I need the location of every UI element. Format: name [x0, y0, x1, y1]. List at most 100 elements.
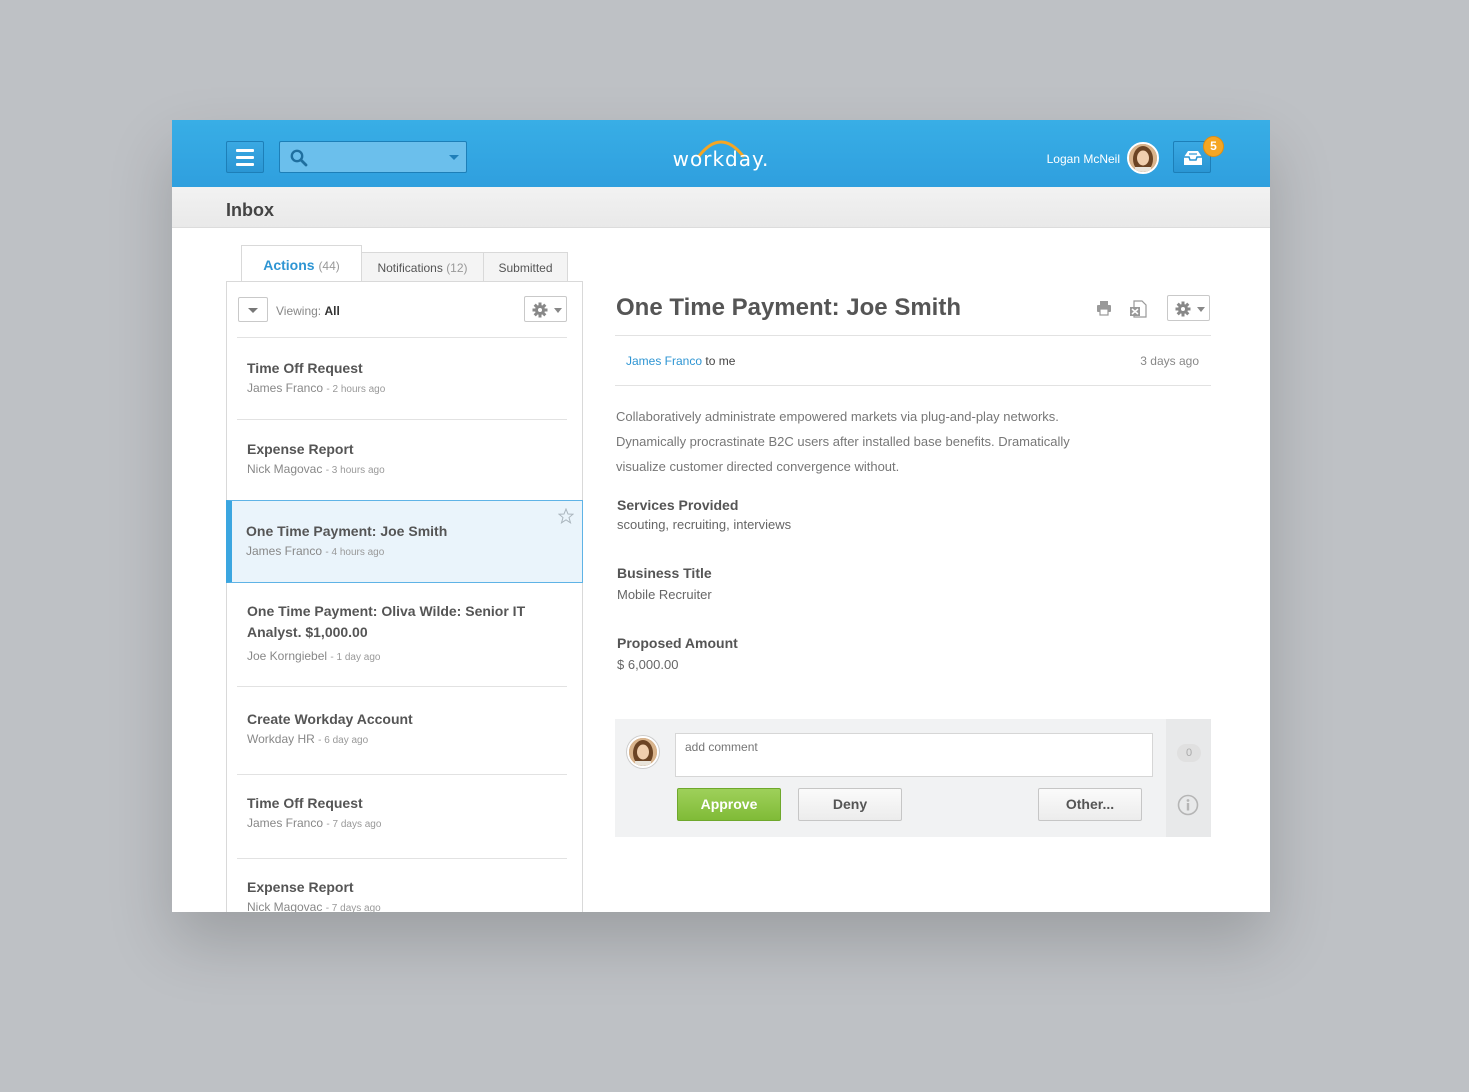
- message-body: Collaboratively administrate empowered m…: [616, 404, 1096, 479]
- list-item[interactable]: Expense Report Nick Magovac - 7 days ago: [227, 859, 582, 912]
- star-icon[interactable]: [558, 508, 574, 524]
- divider: [615, 385, 1211, 386]
- item-author: Joe Korngiebel: [247, 649, 328, 663]
- tab-label: Notifications: [377, 261, 443, 275]
- item-meta: James Franco - 7 days ago: [247, 816, 381, 830]
- tab-label: Submitted: [498, 261, 553, 275]
- page-title-bar: Inbox: [172, 187, 1270, 228]
- item-meta: James Franco - 2 hours ago: [247, 381, 385, 395]
- chevron-down-icon: [248, 308, 258, 313]
- detail-title: One Time Payment: Joe Smith: [616, 294, 961, 321]
- other-button[interactable]: Other...: [1038, 788, 1142, 821]
- field-label-business-title: Business Title: [617, 565, 712, 581]
- tab-actions[interactable]: Actions (44): [241, 245, 362, 283]
- tab-notifications[interactable]: Notifications (12): [361, 252, 484, 282]
- chevron-down-icon[interactable]: [449, 155, 459, 160]
- deny-button[interactable]: Deny: [798, 788, 902, 821]
- list-settings-button[interactable]: [524, 296, 567, 322]
- print-icon[interactable]: [1096, 300, 1112, 316]
- item-author: James Franco: [246, 544, 323, 558]
- item-meta: Joe Korngiebel - 1 day ago: [247, 649, 380, 663]
- list-item[interactable]: Expense Report Nick Magovac - 3 hours ag…: [227, 420, 582, 500]
- item-meta: Nick Magovac - 3 hours ago: [247, 462, 385, 476]
- viewing-filter: Viewing: All: [276, 304, 340, 318]
- item-time: - 7 days ago: [326, 819, 382, 830]
- list-item[interactable]: One Time Payment: Oliva Wilde: Senior IT…: [227, 583, 582, 686]
- item-title: One Time Payment: Joe Smith: [246, 523, 448, 539]
- item-author: Nick Magovac: [247, 462, 323, 476]
- comment-count-bubble-icon[interactable]: 0: [1177, 744, 1201, 762]
- search-input[interactable]: [314, 146, 434, 168]
- item-author: Workday HR: [247, 732, 315, 746]
- viewing-value[interactable]: All: [324, 304, 339, 318]
- field-label-services: Services Provided: [617, 497, 739, 513]
- sender-link[interactable]: James Franco: [626, 354, 702, 368]
- logo-text: workday.: [672, 147, 770, 171]
- workday-logo[interactable]: workday.: [669, 134, 773, 178]
- item-time: - 2 hours ago: [326, 384, 386, 395]
- approve-button[interactable]: Approve: [677, 788, 781, 821]
- gear-icon: [1175, 301, 1191, 317]
- item-time: - 7 days ago: [325, 903, 381, 912]
- item-title: Expense Report: [247, 441, 354, 457]
- recipient-text: to me: [705, 354, 736, 368]
- item-meta: James Franco - 4 hours ago: [246, 544, 384, 558]
- avatar[interactable]: [1127, 142, 1159, 174]
- tab-submitted[interactable]: Submitted: [483, 252, 568, 282]
- hamburger-icon-line: [236, 162, 254, 166]
- item-meta: Nick Magovac - 7 days ago: [247, 900, 381, 912]
- search-icon: [290, 149, 308, 167]
- comment-side-panel: 0: [1166, 719, 1211, 837]
- item-title: Expense Report: [247, 879, 354, 895]
- item-time: - 6 day ago: [318, 735, 369, 746]
- list-toolbar: Viewing: All: [227, 282, 582, 337]
- message-time: 3 days ago: [1140, 354, 1199, 368]
- list-item[interactable]: Create Workday Account Workday HR - 6 da…: [227, 687, 582, 774]
- excel-export-icon[interactable]: [1129, 300, 1147, 318]
- message-from: James Franco to me: [626, 354, 735, 368]
- field-value-proposed-amount: $ 6,000.00: [617, 657, 679, 672]
- item-time: - 4 hours ago: [325, 547, 385, 558]
- comment-panel: Approve Deny Other...: [615, 719, 1166, 837]
- field-value-services: scouting, recruiting, interviews: [617, 517, 792, 532]
- user-name[interactable]: Logan McNeil: [1032, 152, 1120, 166]
- avatar: [627, 736, 659, 768]
- info-icon[interactable]: [1177, 794, 1199, 816]
- item-time: - 3 hours ago: [325, 465, 385, 476]
- search-box[interactable]: [279, 141, 467, 173]
- chevron-down-icon: [1197, 307, 1205, 312]
- item-author: James Franco: [247, 381, 324, 395]
- tab-count: (44): [318, 259, 340, 273]
- item-title: Create Workday Account: [247, 711, 413, 727]
- field-value-business-title: Mobile Recruiter: [617, 587, 712, 602]
- item-meta: Workday HR - 6 day ago: [247, 732, 368, 746]
- list-item[interactable]: Time Off Request James Franco - 2 hours …: [227, 338, 582, 418]
- inbox-list-panel: Viewing: All Time Off Request James Fran…: [226, 281, 583, 912]
- inbox-badge[interactable]: 5: [1203, 136, 1224, 157]
- hamburger-icon-line: [236, 155, 254, 159]
- comment-input[interactable]: [675, 733, 1153, 777]
- tab-count: (12): [446, 261, 468, 275]
- item-title: One Time Payment: Oliva Wilde: Senior IT…: [247, 603, 526, 640]
- list-item-selected[interactable]: One Time Payment: Joe Smith James Franco…: [226, 500, 583, 583]
- avatar-icon: [1129, 144, 1157, 172]
- page-title: Inbox: [226, 200, 274, 220]
- viewing-label: Viewing:: [276, 304, 322, 318]
- item-time: - 1 day ago: [330, 652, 381, 663]
- app-window: workday. Logan McNeil 5 Inbox Actions (4…: [172, 120, 1270, 912]
- item-author: Nick Magovac: [247, 900, 323, 912]
- body-line: visualize customer directed convergence …: [616, 459, 900, 474]
- field-label-proposed-amount: Proposed Amount: [617, 635, 738, 651]
- item-title: Time Off Request: [247, 360, 363, 376]
- detail-settings-button[interactable]: [1167, 295, 1210, 321]
- body-line: Collaboratively administrate empowered m…: [616, 409, 1059, 424]
- hamburger-icon: [236, 148, 254, 152]
- body-line: Dynamically procrastinate B2C users afte…: [616, 434, 1070, 449]
- inbox-tray-icon: [1184, 151, 1202, 165]
- gear-icon: [532, 302, 548, 318]
- tab-label: Actions: [263, 257, 315, 273]
- menu-button[interactable]: [226, 141, 264, 173]
- filter-dropdown-button[interactable]: [238, 297, 268, 322]
- item-title: Time Off Request: [247, 795, 363, 811]
- list-item[interactable]: Time Off Request James Franco - 7 days a…: [227, 775, 582, 858]
